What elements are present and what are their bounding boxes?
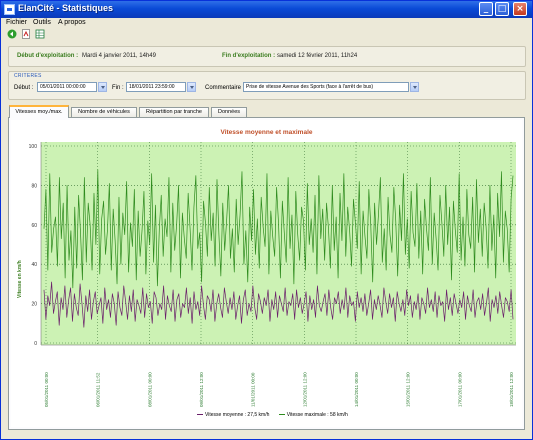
menu-outils[interactable]: Outils	[33, 18, 51, 28]
x-tick-label: 09/01/2011 12:00	[199, 372, 204, 407]
y-tick-label: 60	[31, 223, 37, 229]
end-date-dropdown-icon[interactable]	[187, 82, 196, 92]
legend-swatch-maximale	[278, 414, 285, 416]
y-tick-label: 20	[31, 302, 37, 308]
tab-panel: Vitesse moyenne et maximale Vitesse en k…	[8, 117, 525, 430]
start-date-picker[interactable]: 05/01/2011 00:00:00	[37, 82, 97, 92]
app-window: ElanCité - Statistiques _ □ × Fichier Ou…	[0, 0, 533, 440]
close-button[interactable]: ×	[513, 2, 527, 16]
end-date-picker[interactable]: 18/01/2011 23:59:00	[126, 82, 186, 92]
pdf-export-icon[interactable]	[21, 29, 31, 39]
speed-chart: Vitesse moyenne et maximale Vitesse en k…	[11, 120, 522, 427]
end-date-label: Fin :	[112, 85, 124, 91]
legend-label-maximale: Vitesse maximale : 58 km/h	[286, 412, 348, 418]
legend-item-maximale: Vitesse maximale : 58 km/h	[278, 412, 348, 418]
chart-legend: Vitesse moyenne : 27,5 km/h Vitesse maxi…	[197, 412, 356, 418]
y-tick-label: 40	[31, 262, 37, 268]
x-tick-label: 17/01/2011 00:00	[457, 372, 462, 407]
x-tick-label: 12/01/2011 12:00	[302, 372, 307, 407]
minimize-button[interactable]: _	[479, 2, 493, 16]
x-tick-label: 14/01/2011 00:00	[354, 372, 359, 407]
open-icon[interactable]	[7, 29, 17, 39]
y-tick-label: 80	[31, 183, 37, 189]
title-bar[interactable]: ElanCité - Statistiques _ □ ×	[1, 1, 532, 18]
y-tick-label: 100	[29, 144, 38, 150]
menu-a-propos[interactable]: A propos	[58, 18, 86, 28]
excel-export-icon[interactable]	[35, 29, 45, 39]
criteria-panel: CRITERES Début : 05/01/2011 00:00:00 Fin…	[8, 71, 526, 100]
x-tick-label: 18/01/2011 12:00	[509, 372, 514, 407]
x-tick-label: 15/01/2011 12:00	[406, 372, 411, 407]
comment-dropdown-icon[interactable]	[410, 82, 419, 92]
x-tick-label: 05/01/2011 00:00	[44, 372, 49, 407]
legend-label-moyenne: Vitesse moyenne : 27,5 km/h	[205, 412, 270, 418]
end-exploitation-label: Fin d'exploitation :	[222, 53, 276, 59]
x-tick-label: 06/01/2011 11:52	[96, 372, 101, 407]
tab-vitesses[interactable]: Vitesses moy./max.	[9, 105, 69, 118]
tab-repartition[interactable]: Répartition par tranche	[139, 107, 209, 117]
x-tick-label: 11/01/2011 00:00	[251, 372, 256, 407]
legend-swatch-moyenne	[197, 414, 203, 416]
menu-fichier[interactable]: Fichier	[6, 18, 27, 28]
x-tick-label: 08/01/2011 00:00	[147, 372, 152, 407]
start-date-dropdown-icon[interactable]	[98, 82, 107, 92]
start-exploitation-label: Début d'exploitation :	[17, 53, 79, 59]
tab-donnees[interactable]: Données	[211, 107, 247, 117]
app-icon	[4, 4, 15, 15]
plot-svg: 0 20 40 60 80 100 05/01/2011 00:00 06/01/2011 1…	[29, 142, 516, 407]
comment-select[interactable]: Prise de vitesse Avenue des Sports (face…	[243, 82, 409, 92]
menu-bar: Fichier Outils A propos	[1, 18, 532, 28]
maximize-button[interactable]: □	[495, 2, 509, 16]
end-exploitation-value: samedi 12 février 2011, 11h24	[277, 53, 358, 59]
toolbar	[1, 28, 532, 40]
comment-label: Commentaire :	[205, 85, 245, 91]
start-exploitation-value: Mardi 4 janvier 2011, 14h49	[82, 53, 156, 59]
window-title: ElanCité - Statistiques	[18, 3, 114, 13]
y-tick-label: 0	[34, 341, 37, 347]
legend-item-moyenne: Vitesse moyenne : 27,5 km/h	[197, 412, 269, 418]
tab-nombre-vehicules[interactable]: Nombre de véhicules	[71, 107, 137, 117]
start-date-label: Début :	[14, 85, 34, 91]
exploitation-info-panel: Début d'exploitation : Mardi 4 janvier 2…	[8, 46, 526, 67]
criteria-title: CRITERES	[14, 73, 42, 79]
